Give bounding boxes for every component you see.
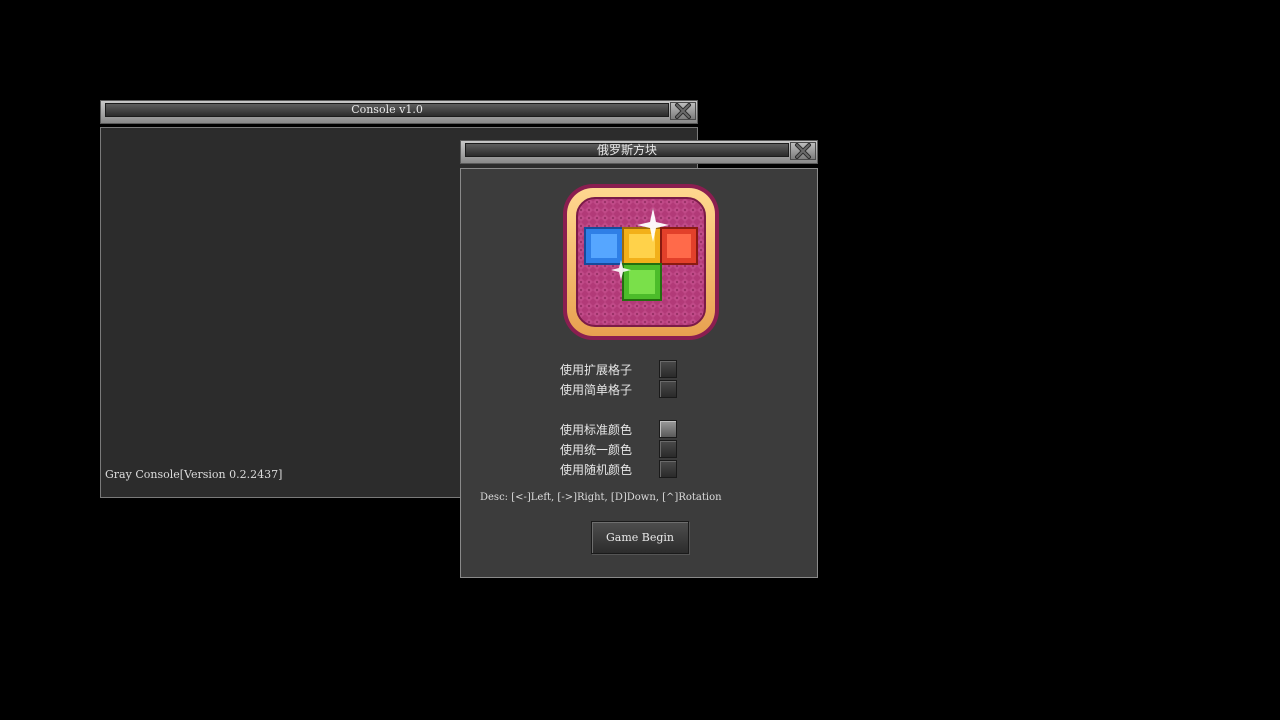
option-label: 使用标准颜色 bbox=[560, 423, 633, 437]
tetris-window: 俄罗斯方块 使用扩展格子 使用简单格子 使用标准颜色 使用统一颜色 使用随机颜色… bbox=[460, 140, 818, 578]
option-row-standard-color[interactable]: 使用标准颜色 bbox=[560, 420, 680, 440]
option-label: 使用随机颜色 bbox=[560, 463, 633, 477]
close-icon bbox=[675, 103, 691, 119]
extended-grid-checkbox[interactable] bbox=[659, 360, 677, 378]
uniform-color-checkbox[interactable] bbox=[659, 440, 677, 458]
simple-grid-checkbox[interactable] bbox=[659, 380, 677, 398]
option-row-random-color[interactable]: 使用随机颜色 bbox=[560, 460, 680, 480]
option-row-simple-grid[interactable]: 使用简单格子 bbox=[560, 380, 680, 400]
console-output-line: Gray Console[Version 0.2.2437] bbox=[105, 468, 283, 481]
tetris-close-button[interactable] bbox=[790, 142, 816, 160]
console-close-button[interactable] bbox=[670, 102, 696, 120]
tetris-title: 俄罗斯方块 bbox=[465, 143, 789, 157]
console-titlebar[interactable]: Console v1.0 bbox=[100, 100, 698, 124]
close-icon bbox=[795, 143, 811, 159]
tetris-body: 使用扩展格子 使用简单格子 使用标准颜色 使用统一颜色 使用随机颜色 Desc:… bbox=[460, 168, 818, 578]
tetris-logo-icon bbox=[563, 184, 719, 340]
option-label: 使用简单格子 bbox=[560, 383, 633, 397]
random-color-checkbox[interactable] bbox=[659, 460, 677, 478]
option-label: 使用扩展格子 bbox=[560, 363, 633, 377]
tetris-titlebar[interactable]: 俄罗斯方块 bbox=[460, 140, 818, 164]
option-row-extended-grid[interactable]: 使用扩展格子 bbox=[560, 360, 680, 380]
controls-description: Desc: [<-]Left, [->]Right, [D]Down, [^]R… bbox=[480, 492, 722, 503]
option-row-uniform-color[interactable]: 使用统一颜色 bbox=[560, 440, 680, 460]
console-title: Console v1.0 bbox=[105, 103, 669, 117]
game-begin-button[interactable]: Game Begin bbox=[591, 521, 689, 554]
standard-color-checkbox[interactable] bbox=[659, 420, 677, 438]
option-label: 使用统一颜色 bbox=[560, 443, 633, 457]
